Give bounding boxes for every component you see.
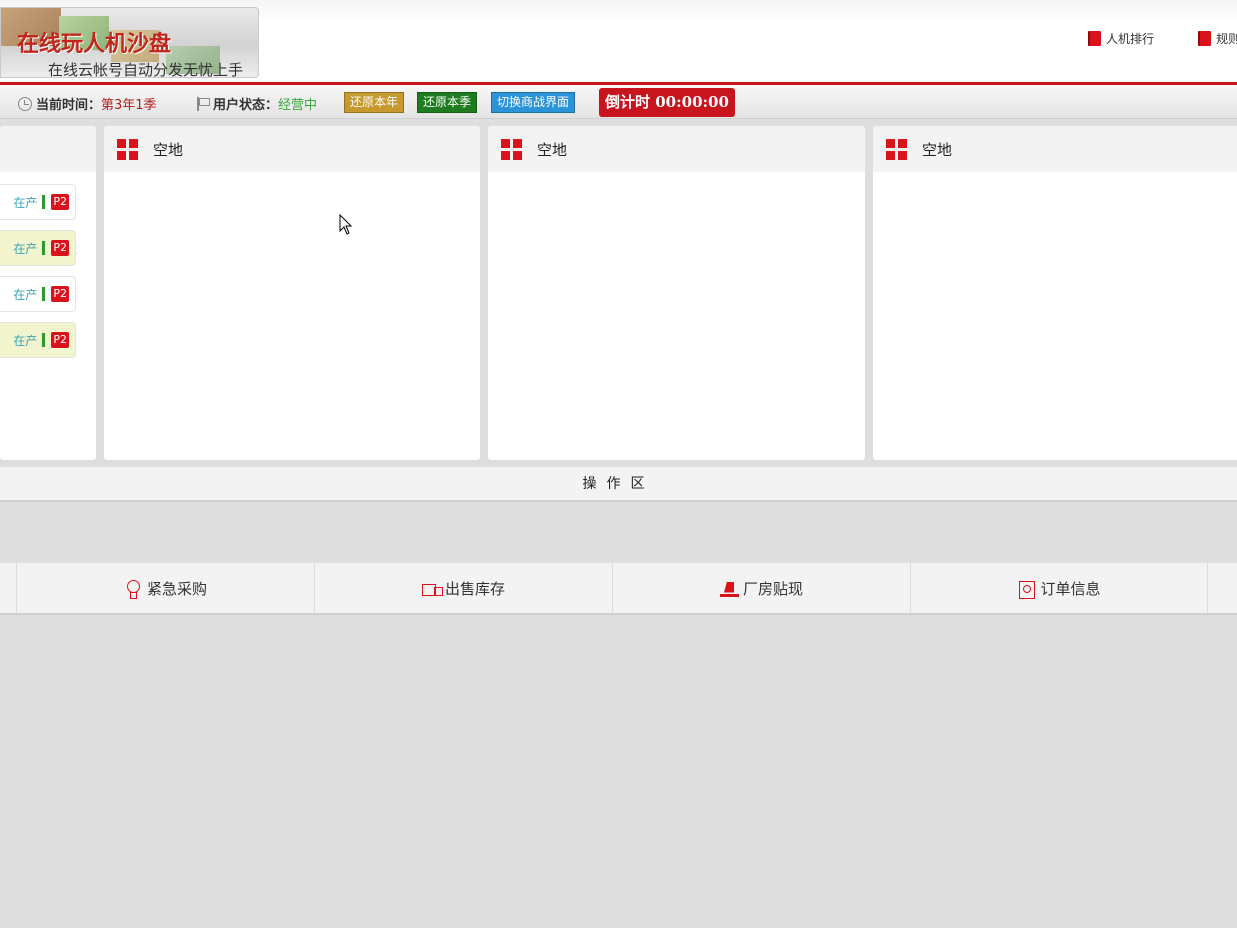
- plot-label: 空地: [537, 140, 568, 159]
- status-bar-icon: [42, 287, 46, 301]
- panel-header: 空地: [104, 126, 480, 172]
- emergency-purchase-button[interactable]: 紧急采购: [16, 563, 314, 614]
- status-bar: 当前时间： 第3年1季 用户状态： 经营中 还原本年 还原本季 切换商战界面 倒…: [0, 85, 1237, 119]
- restore-year-button[interactable]: 还原本年: [344, 92, 405, 113]
- book-icon: [1088, 31, 1101, 46]
- rules-link[interactable]: 规则: [1198, 30, 1237, 47]
- line-status: 在产: [13, 287, 38, 302]
- operation-area-bar: 操作区: [0, 466, 1237, 502]
- action-bar: 紧急采购 出售库存 厂房贴现 订单信息: [0, 562, 1237, 615]
- switch-view-button[interactable]: 切换商战界面: [491, 92, 576, 113]
- rules-link-label: 规则: [1216, 32, 1237, 46]
- plot-label: 空地: [153, 140, 184, 159]
- sell-inventory-button[interactable]: 出售库存: [314, 563, 612, 614]
- order-info-button[interactable]: 订单信息: [910, 563, 1208, 614]
- line-status: 在产: [13, 195, 38, 210]
- status-bar-icon: [42, 241, 46, 255]
- plot-label: 空地: [922, 140, 953, 159]
- status-bar-icon: [42, 195, 46, 209]
- order-icon: [1017, 580, 1036, 599]
- user-state-value: 经营中: [278, 98, 318, 113]
- line-status: 在产: [13, 241, 38, 256]
- action-label: 订单信息: [1040, 580, 1101, 598]
- production-line-item[interactable]: 在产 P2: [0, 276, 76, 312]
- bulb-icon: [124, 579, 142, 599]
- product-tag: P2: [51, 240, 69, 256]
- current-time: 当前时间： 第3年1季: [18, 94, 157, 113]
- clock-icon: [18, 96, 32, 111]
- ranking-link[interactable]: 人机排行: [1088, 30, 1154, 47]
- forklift-icon: [719, 580, 739, 598]
- restore-season-button[interactable]: 还原本季: [417, 92, 478, 113]
- logo[interactable]: 在线玩人机沙盘 在线云帐号自动分发无忧上手: [0, 7, 259, 78]
- product-tag: P2: [51, 332, 69, 348]
- panel-header: [0, 126, 96, 172]
- production-line-item[interactable]: 在产 P2: [0, 230, 76, 266]
- logo-title: 在线玩人机沙盘: [17, 32, 172, 57]
- grid-icon: [886, 138, 907, 160]
- production-panel: 在产 P2 在产 P2 在产 P2 在产 P2: [0, 126, 96, 460]
- product-tag: P2: [51, 286, 69, 302]
- truck-icon: [421, 580, 443, 598]
- user-state: 用户状态： 经营中: [196, 94, 317, 113]
- status-bar-icon: [42, 333, 46, 347]
- panel-header: 空地: [873, 126, 1237, 172]
- book-icon: [1198, 31, 1212, 46]
- current-time-value: 第3年1季: [101, 98, 157, 113]
- action-label: 厂房贴现: [742, 580, 803, 598]
- action-label: 出售库存: [444, 580, 505, 598]
- product-tag: P2: [51, 194, 69, 210]
- user-state-label: 用户状态：: [213, 98, 279, 113]
- plot-panel[interactable]: 空地: [873, 126, 1237, 460]
- top-links: 人机排行 规则: [1088, 30, 1237, 50]
- plot-panel[interactable]: 空地: [104, 126, 480, 460]
- flag-icon: [196, 96, 210, 111]
- panel-header: 空地: [488, 126, 865, 172]
- grid-icon: [501, 138, 522, 160]
- production-line-item[interactable]: 在产 P2: [0, 322, 76, 358]
- factory-discount-button[interactable]: 厂房贴现: [612, 563, 910, 614]
- current-time-label: 当前时间：: [36, 98, 102, 113]
- line-status: 在产: [13, 333, 38, 348]
- logo-subtitle: 在线云帐号自动分发无忧上手: [48, 61, 244, 78]
- production-line-item[interactable]: 在产 P2: [0, 184, 76, 220]
- header: 在线玩人机沙盘 在线云帐号自动分发无忧上手 人机排行 规则: [0, 0, 1237, 82]
- grid-icon: [117, 138, 138, 160]
- countdown-timer: 倒计时 00:00:00: [599, 88, 735, 117]
- ranking-link-label: 人机排行: [1106, 32, 1155, 46]
- plot-panel[interactable]: 空地: [488, 126, 865, 460]
- action-label: 紧急采购: [146, 580, 207, 598]
